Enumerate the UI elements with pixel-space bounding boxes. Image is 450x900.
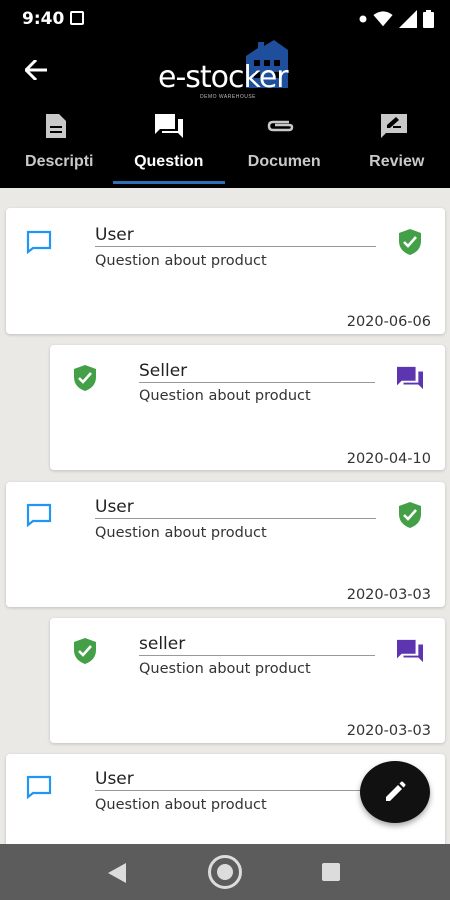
e-stocker-logo: e-stocker DEMO WAREHOUSE [150,38,300,104]
app-bar: e-stocker DEMO WAREHOUSE Descripti Quest… [0,38,450,188]
chat-bubble-icon [24,772,54,802]
verified-shield-icon [395,227,425,257]
nav-back-icon[interactable] [108,863,126,883]
tab-questions[interactable]: Question [112,100,226,188]
tab-label: Documen [247,153,321,170]
tab-review[interactable]: Review [338,100,450,188]
logo-text: e-stocker [158,60,289,95]
answer-date: 2020-04-10 [346,451,431,467]
status-icons [359,10,434,28]
forum-icon [395,363,425,393]
back-button[interactable] [18,54,54,86]
answer-text: Question about product [139,661,311,677]
attachment-icon [267,112,295,140]
answer-card[interactable]: seller Question about product 2020-03-03 [50,618,445,743]
answer-card[interactable]: Seller Question about product 2020-04-10 [50,345,445,470]
tab-label: Descripti [25,153,94,170]
answer-text: Question about product [139,388,311,404]
home-dot-icon [217,864,233,880]
question-card[interactable]: User Question about product 2020-06-06 [6,208,445,334]
answer-date: 2020-03-03 [346,723,431,739]
battery-icon [423,10,434,28]
nav-recents-button[interactable] [322,863,340,881]
answer-author: seller [139,634,375,656]
question-author: User [95,769,376,791]
question-author: User [95,497,376,519]
forum-icon [395,636,425,666]
tab-label: Question [134,153,204,170]
question-list: User Question about product 2020-06-06 S… [0,188,450,844]
arrow-left-icon [25,60,47,80]
question-date: 2020-06-06 [346,314,431,330]
wifi-icon [373,11,393,27]
tab-bar: Descripti Question Documen Review [0,100,450,188]
verified-shield-icon [395,500,425,530]
write-question-button[interactable] [360,761,430,823]
signal-icon [399,10,417,28]
system-navigation-bar [0,844,450,900]
verified-shield-icon [70,636,100,666]
chat-bubble-icon [24,227,54,257]
dot-icon [359,15,367,23]
question-card[interactable]: User Question about product 2020-03-03 [6,482,445,607]
image-icon [70,11,84,25]
verified-shield-icon [70,363,100,393]
tab-label: Review [369,153,425,170]
question-text: Question about product [95,253,267,269]
status-bar: 9:40 [0,0,450,38]
forum-icon [154,112,183,140]
status-time: 9:40 [22,9,65,29]
rate-review-icon [380,112,408,140]
question-date: 2020-03-03 [346,587,431,603]
tab-documents[interactable]: Documen [225,100,338,188]
question-text: Question about product [95,797,267,813]
answer-author: Seller [139,361,375,383]
chat-bubble-icon [24,500,54,530]
description-icon [42,112,70,140]
tab-description[interactable]: Descripti [0,100,113,188]
active-tab-indicator [112,181,225,184]
edit-pencil-icon [386,781,406,801]
question-text: Question about product [95,525,267,541]
nav-home-button[interactable] [208,855,242,889]
question-author: User [95,225,376,247]
